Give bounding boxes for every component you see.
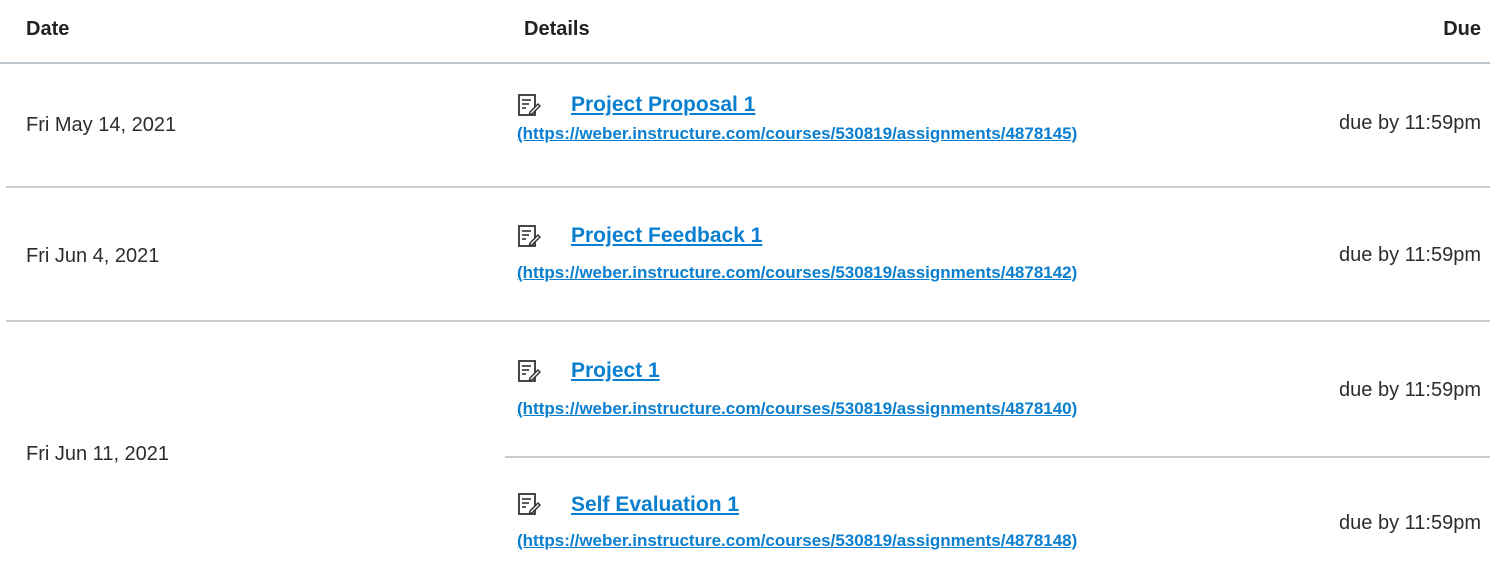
due-time: due by 11:59pm [1339,112,1481,134]
assignment-url-link[interactable]: (https://weber.instructure.com/courses/5… [517,264,1077,281]
column-header-details: Details [524,18,590,40]
column-header-date: Date [26,18,70,40]
table-row: Fri Jun 11, 2021 Project 1 (https://webe… [0,322,1490,581]
row-date: Fri Jun 11, 2021 [26,443,170,465]
assignment-url-link[interactable]: (https://weber.instructure.com/courses/5… [517,400,1077,417]
assignment-title-link[interactable]: Self Evaluation 1 [571,494,739,515]
assignment-title-link[interactable]: Project Feedback 1 [571,225,762,246]
due-time: due by 11:59pm [1339,512,1481,534]
due-time: due by 11:59pm [1339,244,1481,266]
row-date: Fri May 14, 2021 [26,114,177,136]
assignment-icon [518,94,541,116]
due-time: due by 11:59pm [1339,379,1481,401]
assignment-icon [518,360,541,382]
assignment-title-link[interactable]: Project Proposal 1 [571,94,755,115]
table-header: Date Details Due [0,0,1490,64]
table-row: Fri May 14, 2021 Project Proposal 1 (htt… [0,64,1490,186]
assignment-title-link[interactable]: Project 1 [571,360,660,381]
assignment-icon [518,493,541,515]
assignment-icon [518,225,541,247]
row-date: Fri Jun 4, 2021 [26,245,160,267]
assignment-url-link[interactable]: (https://weber.instructure.com/courses/5… [517,125,1077,142]
column-header-due: Due [1443,18,1481,40]
table-row: Fri Jun 4, 2021 Project Feedback 1 (http… [0,188,1490,320]
assignment-url-link[interactable]: (https://weber.instructure.com/courses/5… [517,532,1077,549]
item-divider [505,456,1490,458]
